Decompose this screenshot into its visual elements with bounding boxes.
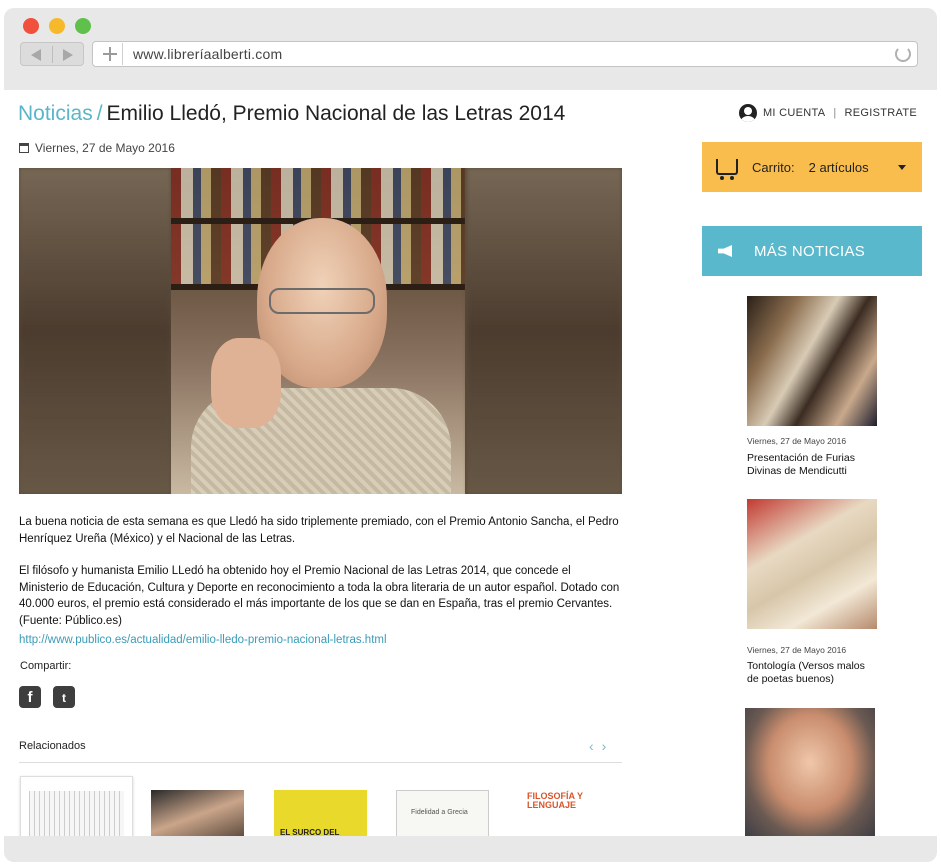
browser-bottom-bar [4, 836, 937, 862]
hero-blur-right [467, 168, 622, 494]
related-book-card[interactable]: EL SURCO DEL TIEMPO [274, 790, 367, 836]
news-thumbnail[interactable] [747, 499, 877, 629]
hero-blur-left [19, 168, 171, 494]
related-book-card[interactable]: FILOSOFÍA Y LENGUAJE [517, 790, 612, 836]
reload-icon[interactable] [895, 46, 911, 62]
news-title-link[interactable]: Tontología (Versos malos de poetas bueno… [747, 660, 877, 685]
news-thumbnail[interactable] [747, 296, 877, 426]
article-date: Viernes, 27 de Mayo 2016 [19, 141, 175, 155]
cart-dropdown[interactable]: Carrito: 2 artículos [702, 142, 922, 192]
news-title-link[interactable]: Presentación de Furias Divinas de Mendic… [747, 452, 877, 477]
carousel-next-icon[interactable]: › [602, 738, 615, 754]
article-body: La buena noticia de esta semana es que L… [19, 514, 622, 645]
more-news-header: MÁS NOTICIAS [702, 226, 922, 276]
related-book-card[interactable]: Fidelidad a Grecia [396, 790, 489, 836]
news-date: Viernes, 27 de Mayo 2016 [747, 436, 847, 446]
breadcrumb-noticias[interactable]: Noticias [18, 102, 93, 125]
caret-down-icon [898, 165, 906, 170]
calendar-icon [19, 143, 29, 153]
related-divider [19, 762, 622, 763]
article-date-text: Viernes, 27 de Mayo 2016 [35, 141, 175, 155]
page-content: Noticias / Emilio Lledó, Premio Nacional d… [4, 90, 937, 836]
user-icon [738, 104, 757, 122]
register-link[interactable]: REGISTRATE [845, 107, 917, 119]
address-bar[interactable]: www.libreríaalberti.com [92, 41, 918, 67]
maximize-window-button[interactable] [75, 18, 91, 34]
cart-count: 2 artículos [808, 159, 869, 175]
book-cover-title: EL SURCO DEL TIEMPO [280, 828, 340, 836]
portrait-photo [171, 168, 465, 494]
carousel-prev-icon[interactable]: ‹ [589, 738, 602, 754]
portrait-hand [211, 338, 281, 428]
book-cover [29, 791, 124, 836]
close-window-button[interactable] [23, 18, 39, 34]
news-thumbnail[interactable] [745, 708, 875, 836]
title-row: Noticias / Emilio Lledó, Premio Nacional d… [18, 102, 565, 126]
twitter-icon[interactable]: t [53, 686, 75, 708]
shopping-cart-icon [716, 159, 738, 180]
related-book-card[interactable] [151, 790, 244, 836]
history-navigation [20, 42, 84, 66]
forward-arrow-icon[interactable] [63, 49, 73, 61]
megaphone-icon [718, 245, 732, 257]
article-paragraph: La buena noticia de esta semana es que L… [19, 516, 619, 545]
browser-toolbar: www.libreríaalberti.com [4, 8, 937, 90]
back-arrow-icon[interactable] [31, 49, 41, 61]
related-carousel-nav: ‹› [589, 738, 614, 754]
account-separator: | [833, 107, 837, 119]
my-account-link[interactable]: MI CUENTA [763, 107, 825, 119]
bookshelf-row [171, 168, 465, 218]
source-link[interactable]: http://www.publico.es/actualidad/emilio-… [19, 634, 387, 646]
minimize-window-button[interactable] [49, 18, 65, 34]
book-cover-title: FILOSOFÍA Y LENGUAJE [527, 791, 583, 810]
news-date: Viernes, 27 de Mayo 2016 [747, 645, 847, 655]
related-heading: Relacionados [19, 740, 86, 752]
portrait-glasses [269, 288, 375, 314]
related-book-card[interactable] [20, 776, 133, 836]
breadcrumb-separator: / [96, 102, 103, 125]
article-hero-image [19, 168, 622, 494]
cart-label: Carrito: [752, 159, 795, 175]
article-paragraph: El filósofo y humanista Emilio LLedó ha … [19, 565, 620, 627]
share-label: Compartir: [20, 660, 72, 672]
account-links: MI CUENTA | REGISTRATE [738, 104, 917, 122]
more-news-title: MÁS NOTICIAS [754, 242, 866, 260]
url-text[interactable]: www.libreríaalberti.com [133, 46, 282, 62]
page-title: Emilio Lledó, Premio Nacional de las Let… [106, 102, 566, 125]
nav-divider [52, 46, 53, 63]
browser-window: www.libreríaalberti.com Noticias / Emilio … [0, 0, 941, 868]
facebook-icon[interactable]: f [19, 686, 41, 708]
new-tab-plus-icon[interactable] [97, 43, 123, 65]
book-cover-title: Fidelidad a Grecia [411, 809, 468, 816]
